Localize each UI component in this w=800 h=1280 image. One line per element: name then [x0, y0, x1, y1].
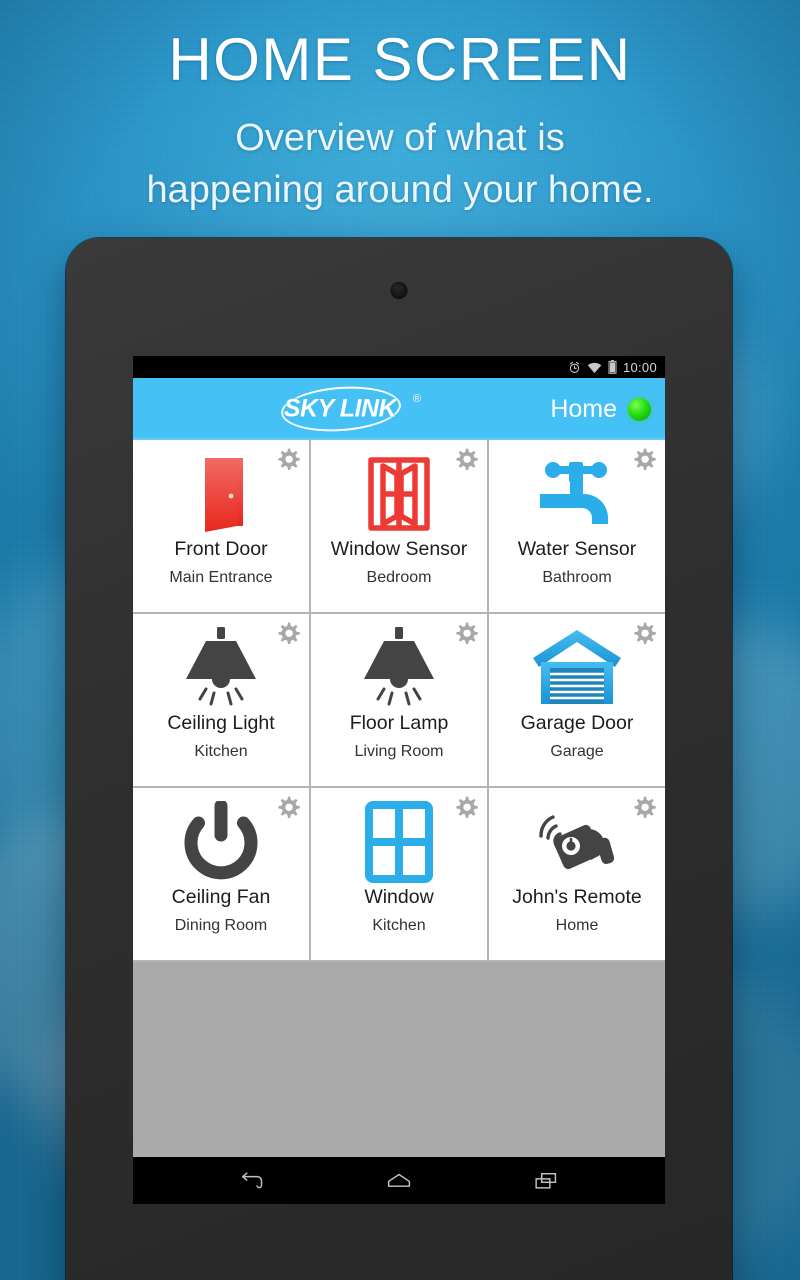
device-tile-name: Ceiling Fan	[171, 886, 271, 908]
device-tile[interactable]: Garage Door Garage	[489, 614, 665, 786]
gear-icon[interactable]	[453, 795, 479, 821]
device-tile-name: Water Sensor	[517, 538, 637, 560]
back-icon[interactable]	[229, 1166, 275, 1196]
gear-icon[interactable]	[275, 795, 301, 821]
device-tile[interactable]: Ceiling Light Kitchen	[133, 614, 309, 786]
recent-apps-icon[interactable]	[523, 1166, 569, 1196]
gear-icon[interactable]	[453, 621, 479, 647]
page-subtitle-line1: Overview of what is	[235, 117, 565, 159]
android-status-bar: 10:00	[133, 356, 665, 378]
promo-headline: HOME SCREEN Overview of what is happenin…	[0, 0, 800, 217]
registered-trademark-icon: ®	[412, 393, 421, 405]
battery-icon	[608, 360, 617, 374]
device-grid: Front Door Main Entrance Window Sensor Bed…	[133, 440, 665, 962]
device-tile-name: Front Door	[174, 538, 268, 560]
device-tile-location: Bathroom	[542, 568, 612, 586]
logo-text: SKY LINK	[283, 394, 397, 423]
device-tile-name: John's Remote	[512, 886, 642, 908]
device-tile-name: Garage Door	[520, 712, 634, 734]
app-bar-right: Home	[550, 378, 651, 440]
device-tile[interactable]: Window Kitchen	[311, 788, 487, 960]
app-bar: SKY LINK ® Home	[133, 378, 665, 440]
gear-icon[interactable]	[453, 447, 479, 473]
gear-icon[interactable]	[631, 795, 657, 821]
connection-status-indicator[interactable]	[628, 397, 651, 421]
page-subtitle-line2: happening around your home.	[146, 169, 654, 212]
device-tile-location: Dining Room	[174, 916, 268, 934]
alarm-clock-icon	[568, 361, 581, 374]
app-bar-title: Home	[550, 394, 617, 423]
device-tile[interactable]: Floor Lamp Living Room	[311, 614, 487, 786]
device-tile-name: Window Sensor	[330, 538, 468, 560]
gear-icon[interactable]	[631, 447, 657, 473]
front-camera-icon	[390, 282, 408, 299]
device-tile[interactable]: Front Door Main Entrance	[133, 440, 309, 612]
device-tile[interactable]: Window Sensor Bedroom	[311, 440, 487, 612]
device-tile-location: Garage	[550, 742, 604, 760]
empty-grid-area	[133, 962, 665, 1157]
promo-background: HOME SCREEN Overview of what is happenin…	[0, 0, 800, 1280]
gear-icon[interactable]	[275, 447, 301, 473]
device-tile-location: Main Entrance	[169, 568, 273, 586]
device-tile-location: Kitchen	[194, 742, 248, 760]
device-tile-location: Kitchen	[372, 916, 426, 934]
tablet-device: 10:00 SKY LINK ® Home Front Door Main En…	[66, 238, 732, 1280]
device-tile[interactable]: Ceiling Fan Dining Room	[133, 788, 309, 960]
android-nav-bar	[133, 1157, 665, 1204]
device-tile[interactable]: Water Sensor Bathroom	[489, 440, 665, 612]
page-title: HOME SCREEN	[168, 26, 632, 93]
logo-oval	[279, 382, 403, 436]
device-tile-name: Window	[364, 886, 434, 908]
gear-icon[interactable]	[631, 621, 657, 647]
home-icon[interactable]	[376, 1166, 422, 1196]
device-tile[interactable]: John's Remote Home	[489, 788, 665, 960]
device-tile-location: Bedroom	[366, 568, 432, 586]
tablet-screen: 10:00 SKY LINK ® Home Front Door Main En…	[133, 356, 665, 1204]
status-bar-clock: 10:00	[622, 359, 657, 375]
device-tile-name: Floor Lamp	[349, 712, 449, 734]
wifi-icon	[587, 361, 602, 374]
page-subtitle: Overview of what is happening around you…	[0, 90, 800, 217]
device-tile-location: Home	[555, 916, 599, 934]
gear-icon[interactable]	[275, 621, 301, 647]
device-tile-name: Ceiling Light	[167, 712, 275, 734]
device-tile-location: Living Room	[354, 742, 444, 760]
